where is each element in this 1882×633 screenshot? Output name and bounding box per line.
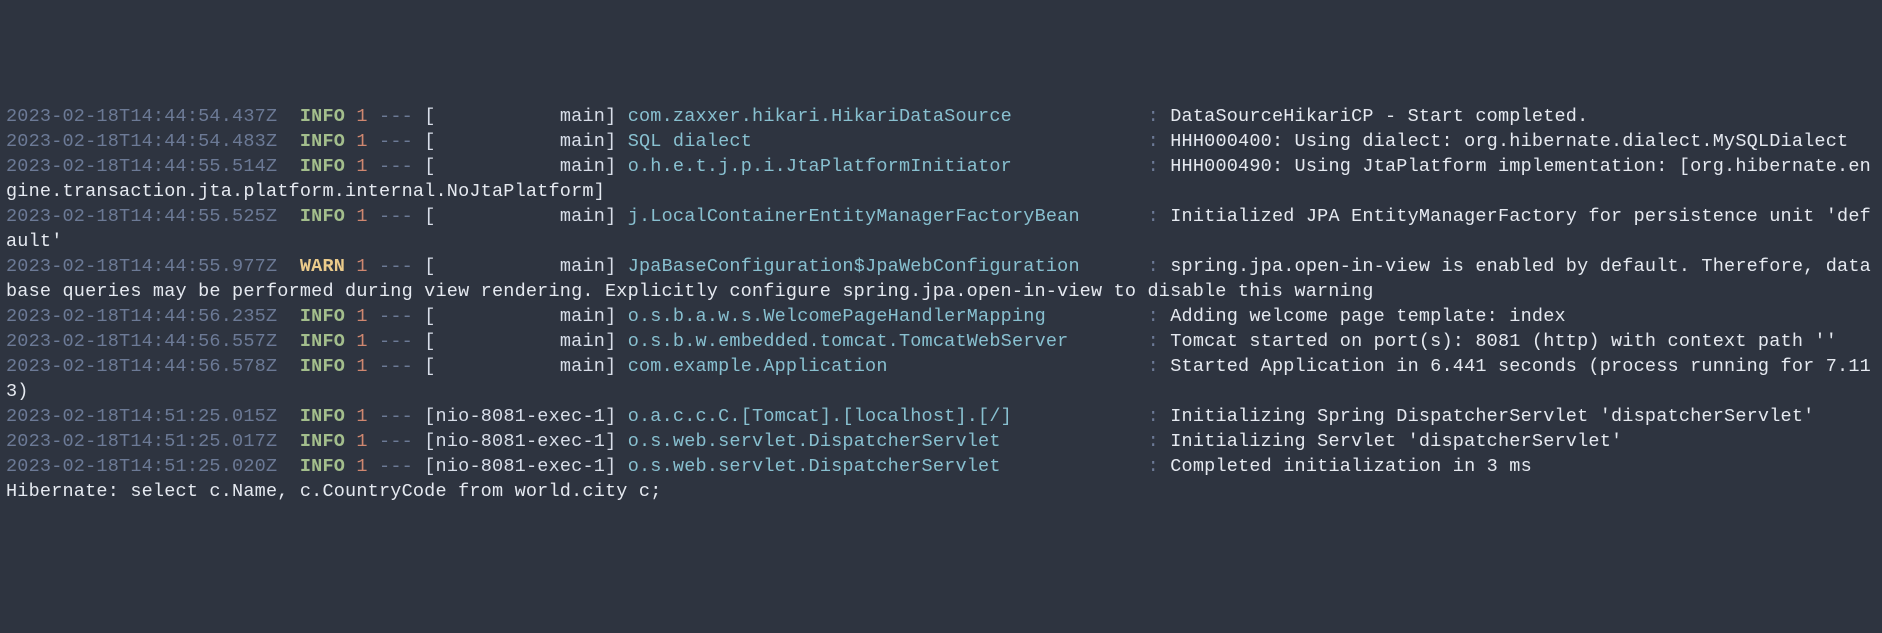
thread: main: [436, 206, 606, 227]
thread: main: [436, 306, 606, 327]
timestamp: 2023-02-18T14:51:25.017Z: [6, 431, 277, 452]
thread: main: [436, 106, 606, 127]
pid: 1: [356, 106, 367, 127]
timestamp: 2023-02-18T14:44:56.578Z: [6, 356, 277, 377]
log-level: INFO: [300, 156, 345, 177]
message: Initializing Spring DispatcherServlet 'd…: [1170, 406, 1814, 427]
separator: ---: [379, 431, 413, 452]
message: HHH000400: Using dialect: org.hibernate.…: [1170, 131, 1848, 152]
logger: o.s.web.servlet.DispatcherServlet: [628, 456, 1137, 477]
timestamp: 2023-02-18T14:51:25.020Z: [6, 456, 277, 477]
separator: ---: [379, 406, 413, 427]
log-line: 2023-02-18T14:44:55.977Z WARN 1 --- [ ma…: [6, 254, 1876, 304]
log-line: 2023-02-18T14:44:55.525Z INFO 1 --- [ ma…: [6, 204, 1876, 254]
thread: main: [436, 156, 606, 177]
thread: nio-8081-exec-1: [436, 406, 606, 427]
logger: com.example.Application: [628, 356, 1137, 377]
timestamp: 2023-02-18T14:44:55.977Z: [6, 256, 277, 277]
thread: nio-8081-exec-1: [436, 431, 606, 452]
log-line: 2023-02-18T14:51:25.015Z INFO 1 --- [nio…: [6, 404, 1876, 429]
log-level: INFO: [300, 106, 345, 127]
log-level: WARN: [300, 256, 345, 277]
log-line: 2023-02-18T14:44:54.437Z INFO 1 --- [ ma…: [6, 104, 1876, 129]
pid: 1: [356, 131, 367, 152]
timestamp: 2023-02-18T14:44:55.514Z: [6, 156, 277, 177]
logger: o.s.b.a.w.s.WelcomePageHandlerMapping: [628, 306, 1137, 327]
log-line: 2023-02-18T14:44:56.235Z INFO 1 --- [ ma…: [6, 304, 1876, 329]
message: Tomcat started on port(s): 8081 (http) w…: [1170, 331, 1837, 352]
thread: nio-8081-exec-1: [436, 456, 606, 477]
separator: ---: [379, 156, 413, 177]
pid: 1: [356, 406, 367, 427]
separator: ---: [379, 306, 413, 327]
timestamp: 2023-02-18T14:51:25.015Z: [6, 406, 277, 427]
logger: o.a.c.c.C.[Tomcat].[localhost].[/]: [628, 406, 1137, 427]
log-level: INFO: [300, 406, 345, 427]
message: Completed initialization in 3 ms: [1170, 456, 1532, 477]
log-line: 2023-02-18T14:44:56.578Z INFO 1 --- [ ma…: [6, 354, 1876, 404]
pid: 1: [356, 356, 367, 377]
separator: ---: [379, 206, 413, 227]
log-level: INFO: [300, 331, 345, 352]
logger: JpaBaseConfiguration$JpaWebConfiguration: [628, 256, 1137, 277]
separator: ---: [379, 331, 413, 352]
separator: ---: [379, 131, 413, 152]
thread: main: [436, 356, 606, 377]
logger: j.LocalContainerEntityManagerFactoryBean: [628, 206, 1137, 227]
log-line: 2023-02-18T14:51:25.020Z INFO 1 --- [nio…: [6, 454, 1876, 479]
message: Initializing Servlet 'dispatcherServlet': [1170, 431, 1622, 452]
log-level: INFO: [300, 356, 345, 377]
log-line: 2023-02-18T14:51:25.017Z INFO 1 --- [nio…: [6, 429, 1876, 454]
thread: main: [436, 131, 606, 152]
log-line: Hibernate: select c.Name, c.CountryCode …: [6, 479, 1876, 504]
pid: 1: [356, 331, 367, 352]
log-level: INFO: [300, 131, 345, 152]
pid: 1: [356, 256, 367, 277]
message: Adding welcome page template: index: [1170, 306, 1566, 327]
separator: ---: [379, 106, 413, 127]
separator: ---: [379, 456, 413, 477]
log-line: 2023-02-18T14:44:54.483Z INFO 1 --- [ ma…: [6, 129, 1876, 154]
pid: 1: [356, 306, 367, 327]
separator: ---: [379, 356, 413, 377]
pid: 1: [356, 206, 367, 227]
log-level: INFO: [300, 206, 345, 227]
logger: com.zaxxer.hikari.HikariDataSource: [628, 106, 1137, 127]
timestamp: 2023-02-18T14:44:54.483Z: [6, 131, 277, 152]
logger: SQL dialect: [628, 131, 1137, 152]
log-level: INFO: [300, 456, 345, 477]
logger: o.h.e.t.j.p.i.JtaPlatformInitiator: [628, 156, 1137, 177]
pid: 1: [356, 431, 367, 452]
log-level: INFO: [300, 306, 345, 327]
logger: o.s.web.servlet.DispatcherServlet: [628, 431, 1137, 452]
log-line: 2023-02-18T14:44:55.514Z INFO 1 --- [ ma…: [6, 154, 1876, 204]
timestamp: 2023-02-18T14:44:56.235Z: [6, 306, 277, 327]
sql-statement: Hibernate: select c.Name, c.CountryCode …: [6, 481, 662, 502]
thread: main: [436, 331, 606, 352]
timestamp: 2023-02-18T14:44:55.525Z: [6, 206, 277, 227]
logger: o.s.b.w.embedded.tomcat.TomcatWebServer: [628, 331, 1137, 352]
message: DataSourceHikariCP - Start completed.: [1170, 106, 1588, 127]
pid: 1: [356, 456, 367, 477]
log-output: 2023-02-18T14:44:54.437Z INFO 1 --- [ ma…: [6, 104, 1876, 504]
pid: 1: [356, 156, 367, 177]
separator: ---: [379, 256, 413, 277]
log-line: 2023-02-18T14:44:56.557Z INFO 1 --- [ ma…: [6, 329, 1876, 354]
timestamp: 2023-02-18T14:44:56.557Z: [6, 331, 277, 352]
thread: main: [436, 256, 606, 277]
log-level: INFO: [300, 431, 345, 452]
timestamp: 2023-02-18T14:44:54.437Z: [6, 106, 277, 127]
